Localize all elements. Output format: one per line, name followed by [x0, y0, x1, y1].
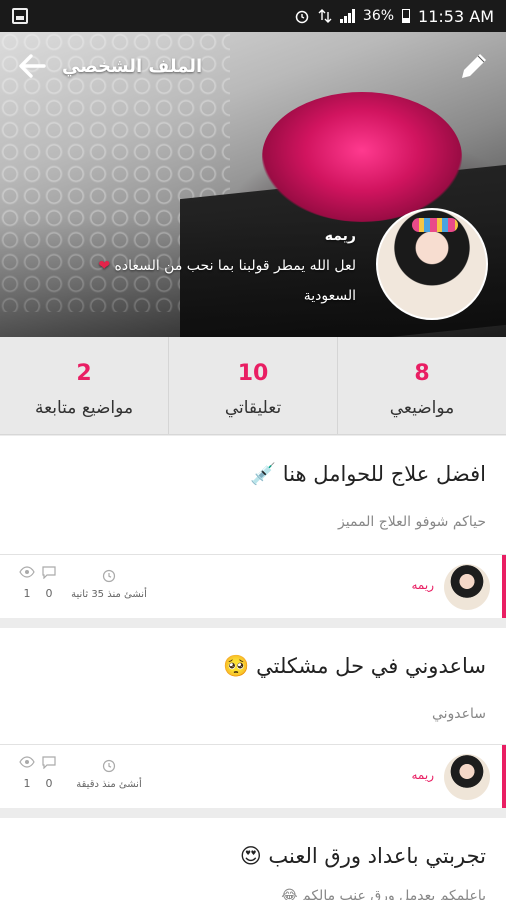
author-name[interactable]: ريمه: [411, 768, 434, 782]
posts-feed: افضل علاج للحوامل هنا 💉 حياكم شوفو العلا…: [0, 436, 506, 900]
comments-count: 0: [38, 565, 60, 600]
clock-icon: [102, 569, 116, 583]
views-count: 1: [16, 755, 38, 790]
profile-name: ريمه: [324, 228, 356, 244]
signal-icon: [339, 9, 355, 23]
back-button[interactable]: [12, 46, 52, 86]
post-excerpt: حياكم شوفو العلاج المميز: [338, 514, 486, 530]
stats-bar: 2 مواضيع متابعة 10 تعليقاتي 8 مواضيعي: [0, 337, 506, 435]
accent-bar: [502, 555, 506, 618]
stat-label: مواضيع متابعة: [34, 398, 134, 418]
status-bar: 36% 11:53 AM: [0, 0, 506, 32]
stat-my-comments[interactable]: 10 تعليقاتي: [168, 337, 337, 434]
post-excerpt: ساعدوني: [431, 706, 486, 722]
author-avatar[interactable]: [444, 754, 490, 800]
post-card[interactable]: ساعدوني في حل مشكلتي 🥺 ساعدوني ريمه أنشئ…: [0, 628, 506, 808]
alarm-icon: [294, 8, 310, 24]
data-icon: [318, 8, 332, 24]
author-avatar[interactable]: [444, 564, 490, 610]
gallery-icon: [12, 8, 28, 24]
stat-my-topics[interactable]: 8 مواضيعي: [337, 337, 506, 434]
profile-bio: لعل الله يمطر قولبنا بما نحب من السعاده …: [98, 258, 356, 274]
stat-label: مواضيعي: [389, 398, 455, 418]
stat-value: 10: [237, 361, 269, 386]
post-time: أنشئ منذ دقيقة: [66, 759, 152, 790]
edit-profile-button[interactable]: [456, 48, 492, 84]
eye-icon: [19, 756, 35, 768]
eye-icon: [19, 566, 35, 578]
arrow-left-icon: [19, 54, 46, 78]
post-footer: ريمه أنشئ منذ دقيقة 0 1: [0, 744, 506, 808]
post-footer: ريمه أنشئ منذ 35 ثانية 0 1: [0, 554, 506, 618]
post-time: أنشئ منذ 35 ثانية: [66, 569, 152, 600]
profile-country: السعودية: [303, 288, 356, 304]
battery-icon: [402, 9, 411, 23]
heart-icon: ❤: [98, 258, 111, 274]
page-title: الملف الشخصي: [62, 56, 203, 77]
author-name[interactable]: ريمه: [411, 578, 434, 592]
stat-followed-topics[interactable]: 2 مواضيع متابعة: [0, 337, 168, 434]
battery-percent: 36%: [362, 8, 395, 24]
post-card[interactable]: تجربتي باعداد ورق العنب 😍 باعلمكم بعدمل …: [0, 818, 506, 900]
accent-bar: [502, 745, 506, 808]
flower-crown: [412, 218, 458, 232]
post-title[interactable]: تجربتي باعداد ورق العنب 😍: [240, 844, 486, 868]
stat-value: 8: [414, 361, 430, 386]
stat-label: تعليقاتي: [224, 398, 282, 418]
profile-avatar[interactable]: [376, 208, 488, 320]
post-excerpt: باعلمكم بعدمل ورق عنب مالكم 😂: [281, 888, 486, 900]
profile-info: ريمه لعل الله يمطر قولبنا بما نحب من الس…: [98, 228, 356, 304]
clock-icon: [102, 759, 116, 773]
comments-count: 0: [38, 755, 60, 790]
comment-icon: [42, 756, 56, 769]
comment-icon: [42, 566, 56, 579]
app-bar: الملف الشخصي: [0, 32, 506, 100]
views-count: 1: [16, 565, 38, 600]
post-title[interactable]: ساعدوني في حل مشكلتي 🥺: [223, 654, 486, 679]
post-card[interactable]: افضل علاج للحوامل هنا 💉 حياكم شوفو العلا…: [0, 436, 506, 618]
clock: 11:53 AM: [418, 6, 494, 26]
post-title[interactable]: افضل علاج للحوامل هنا 💉: [250, 462, 486, 487]
pencil-icon: [462, 54, 486, 78]
stat-value: 2: [76, 361, 92, 386]
